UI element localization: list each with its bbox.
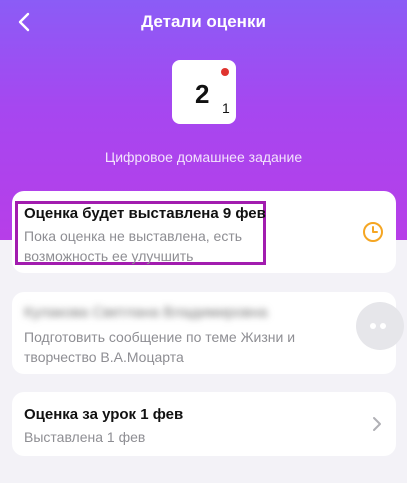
page-title: Детали оценки [141,12,266,31]
comment-line-2: творчество В.А.Моцарта [24,349,184,365]
grade-card: 2 1 [172,60,236,124]
chat-icon[interactable] [356,302,404,350]
chevron-right-icon [372,416,382,432]
status-title: Оценка будет выставлена 9 фев [24,205,266,222]
lesson-title: Оценка за урок 1 фев [24,406,184,423]
teacher-comment-card[interactable]: Кулакова Светлана Владимировна Подготови… [12,292,404,374]
clock-icon [362,221,384,243]
grade-value: 2 [195,79,210,109]
grade-weight: 1 [222,100,230,116]
teacher-name: Кулакова Светлана Владимировна [24,304,268,321]
lesson-grade-card[interactable]: Оценка за урок 1 фев Выставлена 1 фев [12,392,396,456]
status-line-1: Пока оценка не выставлена, есть [24,228,243,244]
lesson-subtitle: Выставлена 1 фев [24,429,146,445]
status-line-2: возможность ее улучшить [24,248,194,264]
grade-status-card[interactable]: Оценка будет выставлена 9 фев Пока оценк… [12,191,396,273]
unread-dot [221,68,229,76]
assignment-type: Цифровое домашнее задание [104,149,303,165]
comment-line-1: Подготовить сообщение по теме Жизни и [24,329,296,345]
